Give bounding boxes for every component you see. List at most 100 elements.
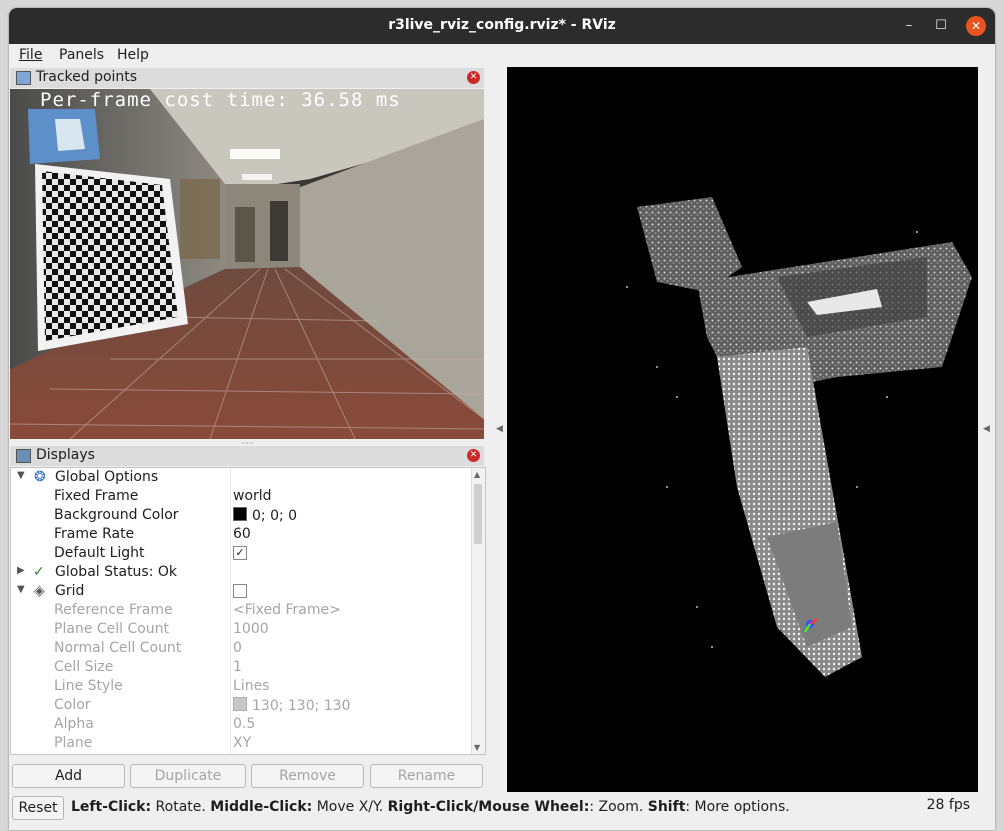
menu-panels-label: Panels: [59, 47, 105, 63]
reset-button[interactable]: Reset: [12, 796, 64, 820]
tree-row-default-light[interactable]: Default Light ✓: [11, 544, 471, 563]
3d-render-view[interactable]: [507, 67, 978, 792]
displays-tree: ▼ ❂ Global Options Fixed Frame world Bac…: [10, 467, 486, 755]
shift-action: : More options.: [685, 799, 790, 815]
shift-key: Shift: [647, 799, 686, 815]
displays-header: Displays ✕: [10, 446, 484, 466]
remove-button[interactable]: Remove: [251, 764, 364, 788]
normal-cell-count-label: Normal Cell Count: [54, 640, 182, 656]
displays-title: Displays: [36, 447, 95, 463]
displays-close-icon[interactable]: ✕: [467, 449, 480, 462]
normal-cell-count-value[interactable]: 0: [233, 640, 242, 656]
tree-row-global-options[interactable]: ▼ ❂ Global Options: [11, 468, 471, 487]
global-options-label: Global Options: [55, 469, 159, 485]
rviz-window: r3live_rviz_config.rviz* - RViz – ☐ ✕ Fi…: [9, 8, 995, 830]
right-click-key: Right-Click/Mouse Wheel:: [387, 799, 590, 815]
scroll-down-icon[interactable]: ▼: [474, 743, 480, 752]
cost-time-overlay: Per-frame cost time: 36.58 ms: [40, 89, 401, 111]
monitor-icon: [16, 449, 31, 463]
add-button[interactable]: Add: [12, 764, 125, 788]
tracked-points-close-icon[interactable]: ✕: [467, 71, 480, 84]
fixed-frame-label: Fixed Frame: [54, 488, 139, 504]
minimize-button[interactable]: –: [899, 16, 919, 36]
fixed-frame-value[interactable]: world: [233, 488, 272, 504]
right-dock-collapse-icon[interactable]: ◀: [983, 424, 990, 434]
color-text: 130; 130; 130: [252, 698, 351, 714]
close-button[interactable]: ✕: [966, 16, 986, 36]
cell-size-label: Cell Size: [54, 659, 114, 675]
menu-file[interactable]: File: [19, 47, 42, 63]
tree-row-cell-size[interactable]: Cell Size 1: [11, 658, 471, 677]
tree-row-normal-cell-count[interactable]: Normal Cell Count 0: [11, 639, 471, 658]
menu-file-label: File: [19, 47, 43, 63]
duplicate-button[interactable]: Duplicate: [130, 764, 246, 788]
background-color-swatch: [233, 507, 247, 521]
tree-row-frame-rate[interactable]: Frame Rate 60: [11, 525, 471, 544]
tree-row-reference-frame[interactable]: Reference Frame <Fixed Frame>: [11, 601, 471, 620]
checkmark-icon: ✓: [33, 564, 45, 580]
middle-click-key: Middle-Click:: [210, 799, 313, 815]
tree-row-global-status[interactable]: ▶ ✓ Global Status: Ok: [11, 563, 471, 582]
collapse-arrow-icon[interactable]: ▼: [17, 470, 25, 481]
menu-bar: File Panels Help: [9, 44, 995, 67]
line-style-value[interactable]: Lines: [233, 678, 269, 694]
fps-counter: 28 fps: [926, 797, 970, 813]
gear-icon: ❂: [34, 469, 46, 485]
tree-row-line-style[interactable]: Line Style Lines: [11, 677, 471, 696]
left-click-key: Left-Click:: [71, 799, 152, 815]
tree-row-plane-cell-count[interactable]: Plane Cell Count 1000: [11, 620, 471, 639]
window-title: r3live_rviz_config.rviz* - RViz: [388, 17, 616, 33]
reference-frame-label: Reference Frame: [54, 602, 173, 618]
maximize-button[interactable]: ☐: [931, 16, 951, 36]
default-light-label: Default Light: [54, 545, 145, 561]
collapse-arrow-icon[interactable]: ▼: [17, 584, 25, 595]
scrollbar-thumb[interactable]: [474, 484, 482, 544]
cell-size-value[interactable]: 1: [233, 659, 242, 675]
alpha-label: Alpha: [54, 716, 94, 732]
reference-frame-value[interactable]: <Fixed Frame>: [233, 602, 341, 618]
left-click-action: Rotate.: [151, 799, 211, 815]
menu-help-label: Help: [117, 47, 149, 63]
tree-row-alpha[interactable]: Alpha 0.5: [11, 715, 471, 734]
grid-label: Grid: [55, 583, 85, 599]
color-value[interactable]: 130; 130; 130: [233, 697, 351, 714]
tree-row-grid[interactable]: ▼ ◈ Grid: [11, 582, 471, 601]
rename-button[interactable]: Rename: [370, 764, 483, 788]
alpha-value[interactable]: 0.5: [233, 716, 255, 732]
frame-rate-value[interactable]: 60: [233, 526, 251, 542]
image-panel-icon: [16, 71, 31, 85]
plane-label: Plane: [54, 735, 93, 751]
tree-row-background-color[interactable]: Background Color 0; 0; 0: [11, 506, 471, 525]
camera-frame-image: [10, 89, 484, 439]
tracked-points-header: Tracked points ✕: [10, 68, 484, 88]
status-bar: Reset Left-Click: Rotate. Middle-Click: …: [9, 794, 995, 822]
line-style-label: Line Style: [54, 678, 123, 694]
point-cloud-map: [626, 197, 972, 677]
right-click-action: : Zoom.: [589, 799, 648, 815]
color-label: Color: [54, 697, 91, 713]
title-bar: r3live_rviz_config.rviz* - RViz – ☐ ✕: [9, 8, 995, 44]
tree-scrollbar[interactable]: ▲ ▼: [471, 468, 485, 754]
mouse-hint-text: Left-Click: Rotate. Middle-Click: Move X…: [71, 799, 790, 815]
middle-click-action: Move X/Y.: [312, 799, 388, 815]
expand-arrow-icon[interactable]: ▶: [17, 565, 25, 576]
tracked-points-title: Tracked points: [36, 69, 138, 85]
tree-row-color[interactable]: Color 130; 130; 130: [11, 696, 471, 715]
background-color-text: 0; 0; 0: [252, 508, 298, 524]
menu-panels[interactable]: Panels: [59, 47, 104, 63]
tracked-points-image: Per-frame cost time: 36.58 ms: [10, 89, 484, 439]
tree-row-plane[interactable]: Plane XY: [11, 734, 471, 753]
default-light-checkbox[interactable]: ✓: [233, 546, 247, 560]
plane-cell-count-label: Plane Cell Count: [54, 621, 170, 637]
tree-row-fixed-frame[interactable]: Fixed Frame world: [11, 487, 471, 506]
grid-color-swatch: [233, 697, 247, 711]
frame-rate-label: Frame Rate: [54, 526, 135, 542]
menu-help[interactable]: Help: [117, 47, 149, 63]
left-dock-collapse-icon[interactable]: ◀: [496, 424, 503, 434]
plane-cell-count-value[interactable]: 1000: [233, 621, 269, 637]
background-color-value[interactable]: 0; 0; 0: [233, 507, 297, 524]
background-color-label: Background Color: [54, 507, 179, 523]
grid-enabled-checkbox[interactable]: [233, 584, 247, 598]
scroll-up-icon[interactable]: ▲: [474, 470, 480, 479]
plane-value[interactable]: XY: [233, 735, 251, 751]
